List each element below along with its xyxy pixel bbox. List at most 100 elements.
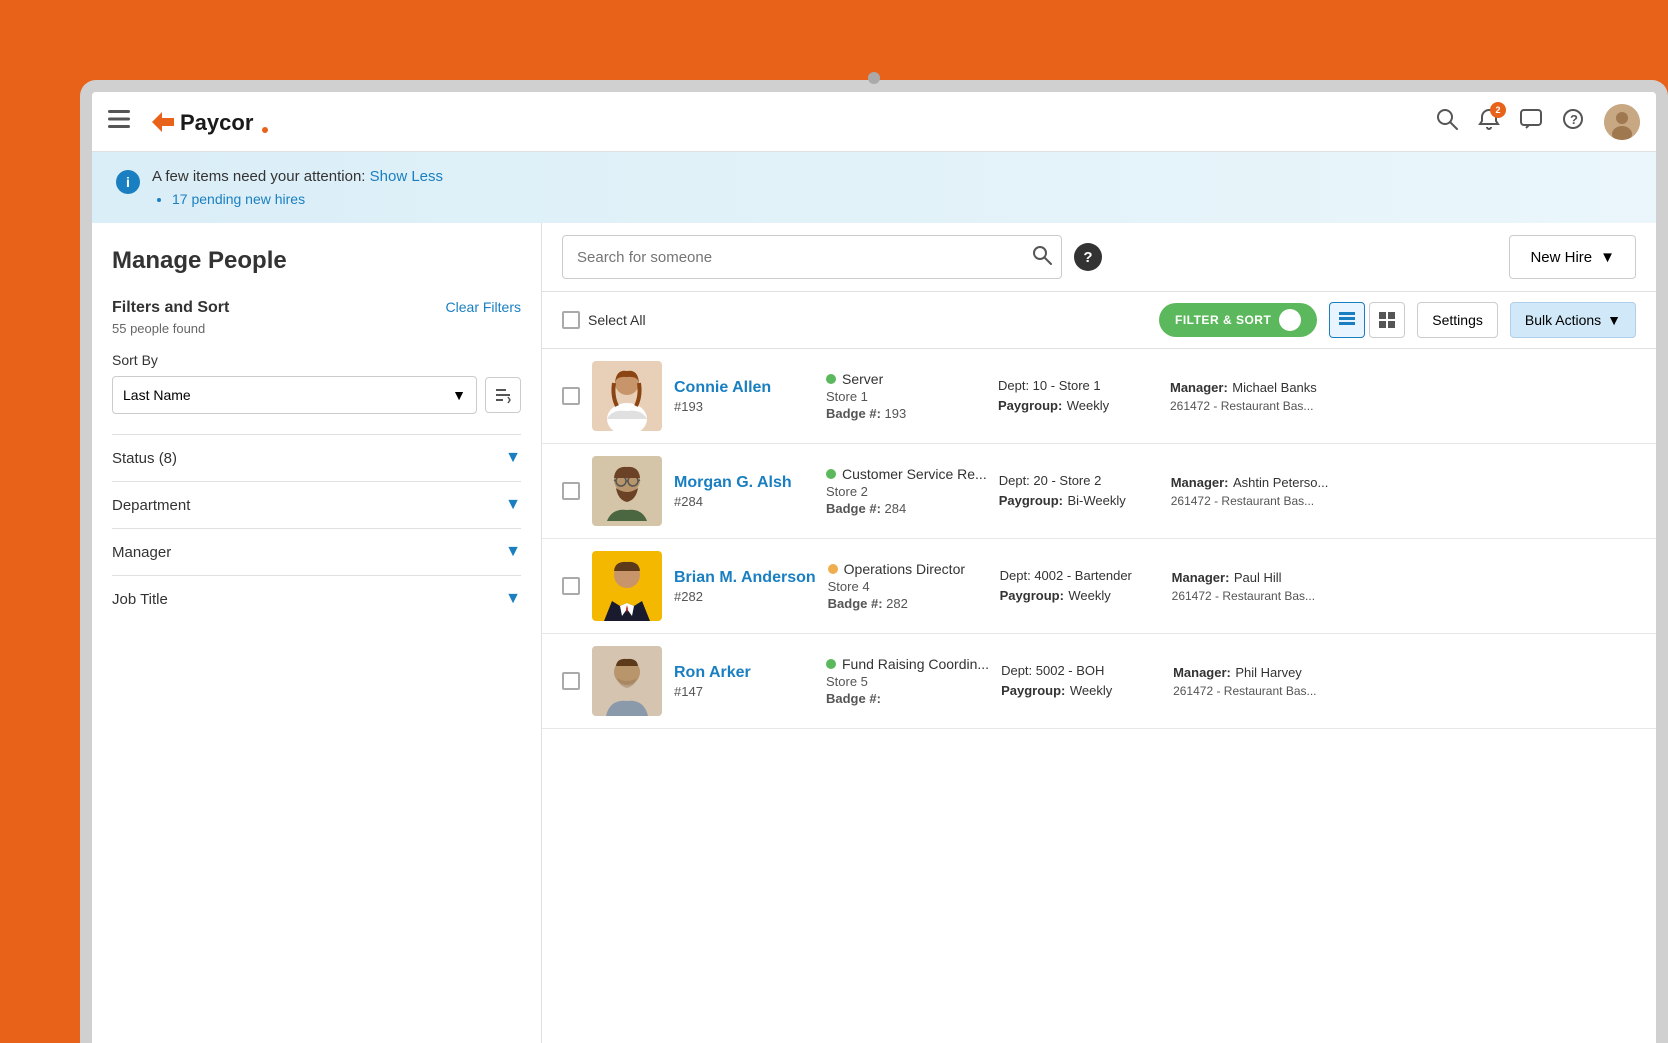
manager-chevron-icon: ▼ bbox=[505, 543, 521, 561]
department-filter-section[interactable]: Department ▼ bbox=[112, 481, 521, 528]
sort-dropdown[interactable]: Last Name ▼ bbox=[112, 376, 477, 414]
manager-filter-section[interactable]: Manager ▼ bbox=[112, 528, 521, 575]
select-all-label: Select All bbox=[588, 312, 646, 328]
status-indicator bbox=[828, 564, 838, 574]
search-submit-icon[interactable] bbox=[1032, 245, 1052, 270]
badge-info: Badge #: 193 bbox=[826, 406, 986, 421]
status-chevron-icon: ▼ bbox=[505, 449, 521, 467]
manager-label: Manager: bbox=[1173, 665, 1231, 680]
dept-text: Dept: 5002 - BOH bbox=[1001, 663, 1161, 678]
manager-label: Manager: bbox=[1170, 380, 1228, 395]
manager-id: 261472 - Restaurant Bas... bbox=[1173, 684, 1353, 698]
store-info: Store 1 bbox=[826, 389, 986, 404]
employee-id: #147 bbox=[674, 684, 814, 699]
manager-label: Manager: bbox=[1171, 475, 1229, 490]
chat-icon[interactable] bbox=[1520, 108, 1542, 136]
store-info: Store 2 bbox=[826, 484, 987, 499]
search-header-icon[interactable] bbox=[1436, 108, 1458, 136]
alert-message: A few items need your attention: bbox=[152, 168, 365, 185]
clear-filters-button[interactable]: Clear Filters bbox=[446, 299, 521, 315]
select-all-checkbox[interactable] bbox=[562, 311, 580, 329]
badge-info: Badge #: 284 bbox=[826, 501, 987, 516]
dept-text: Dept: 4002 - Bartender bbox=[1000, 568, 1160, 583]
sort-chevron-icon: ▼ bbox=[452, 387, 466, 403]
show-less-link[interactable]: Show Less bbox=[370, 168, 443, 185]
user-avatar[interactable] bbox=[1604, 104, 1640, 140]
employee-name[interactable]: Brian M. Anderson bbox=[674, 569, 816, 587]
manager-name: Ashtin Peterso... bbox=[1233, 475, 1328, 490]
search-input[interactable] bbox=[562, 235, 1062, 279]
employee-checkbox[interactable] bbox=[562, 387, 580, 405]
settings-button[interactable]: Settings bbox=[1417, 302, 1498, 338]
new-hire-chevron-icon: ▼ bbox=[1600, 249, 1615, 266]
employee-checkbox[interactable] bbox=[562, 577, 580, 595]
department-filter-label: Department bbox=[112, 497, 190, 514]
grid-view-button[interactable] bbox=[1369, 302, 1405, 338]
notification-icon[interactable]: 2 bbox=[1478, 108, 1500, 136]
employee-checkbox[interactable] bbox=[562, 482, 580, 500]
content-area: ? New Hire ▼ Select All bbox=[542, 223, 1656, 1043]
status-filter-section[interactable]: Status (8) ▼ bbox=[112, 434, 521, 481]
filter-sort-toggle[interactable]: FILTER & SORT bbox=[1159, 303, 1317, 337]
employee-photo bbox=[592, 361, 662, 431]
bulk-actions-chevron-icon: ▼ bbox=[1607, 312, 1621, 328]
employee-name[interactable]: Morgan G. Alsh bbox=[674, 474, 814, 492]
notification-badge: 2 bbox=[1490, 102, 1506, 118]
toggle-circle bbox=[1279, 309, 1301, 331]
sidebar: Manage People Filters and Sort Clear Fil… bbox=[92, 223, 542, 1043]
paygroup-label: Paygroup: bbox=[998, 398, 1062, 413]
svg-text:Paycor: Paycor bbox=[180, 110, 254, 135]
store-info: Store 4 bbox=[828, 579, 988, 594]
svg-text:?: ? bbox=[1570, 112, 1578, 127]
manager-id: 261472 - Restaurant Bas... bbox=[1172, 589, 1352, 603]
manager-info: Manager: Michael Banks 261472 - Restaura… bbox=[1170, 379, 1350, 413]
paygroup-value: Weekly bbox=[1070, 683, 1112, 698]
camera-dot bbox=[868, 72, 880, 84]
search-help-icon[interactable]: ? bbox=[1074, 243, 1102, 271]
list-toolbar: Select All FILTER & SORT bbox=[542, 292, 1656, 349]
alert-item-new-hires[interactable]: 17 pending new hires bbox=[172, 191, 443, 207]
status-indicator bbox=[826, 659, 836, 669]
people-count: 55 people found bbox=[112, 321, 521, 336]
manager-id: 261472 - Restaurant Bas... bbox=[1170, 399, 1350, 413]
sort-order-button[interactable] bbox=[485, 377, 521, 413]
manager-info: Manager: Phil Harvey 261472 - Restaurant… bbox=[1173, 664, 1353, 698]
dept-text: Dept: 10 - Store 1 bbox=[998, 378, 1158, 393]
employee-info: Connie Allen #193 bbox=[674, 379, 814, 414]
role-title: Customer Service Re... bbox=[842, 466, 987, 482]
help-icon[interactable]: ? bbox=[1562, 108, 1584, 136]
hamburger-menu-icon[interactable] bbox=[108, 110, 130, 134]
status-filter-label: Status (8) bbox=[112, 450, 177, 467]
filters-title: Filters and Sort bbox=[112, 299, 229, 317]
table-row: Brian M. Anderson #282 Operations Direct… bbox=[542, 539, 1656, 634]
employee-info: Ron Arker #147 bbox=[674, 664, 814, 699]
employee-id: #284 bbox=[674, 494, 814, 509]
store-info: Store 5 bbox=[826, 674, 989, 689]
manager-name: Phil Harvey bbox=[1235, 665, 1301, 680]
paycor-logo: Paycor bbox=[146, 104, 276, 140]
filter-sort-label: FILTER & SORT bbox=[1175, 313, 1271, 327]
paygroup-label: Paygroup: bbox=[999, 493, 1063, 508]
jobtitle-filter-section[interactable]: Job Title ▼ bbox=[112, 575, 521, 622]
employee-name[interactable]: Ron Arker bbox=[674, 664, 814, 682]
bulk-actions-button[interactable]: Bulk Actions ▼ bbox=[1510, 302, 1636, 338]
manager-filter-label: Manager bbox=[112, 544, 171, 561]
dept-info: Dept: 4002 - Bartender Paygroup: Weekly bbox=[1000, 568, 1160, 605]
list-view-button[interactable] bbox=[1329, 302, 1365, 338]
table-row: Ron Arker #147 Fund Raising Coordin... S… bbox=[542, 634, 1656, 729]
dept-info: Dept: 5002 - BOH Paygroup: Weekly bbox=[1001, 663, 1161, 700]
employee-photo bbox=[592, 551, 662, 621]
department-chevron-icon: ▼ bbox=[505, 496, 521, 514]
role-title: Operations Director bbox=[844, 561, 965, 577]
manager-label: Manager: bbox=[1172, 570, 1230, 585]
alert-banner: i A few items need your attention: Show … bbox=[92, 152, 1656, 223]
employee-name[interactable]: Connie Allen bbox=[674, 379, 814, 397]
badge-info: Badge #: 282 bbox=[828, 596, 988, 611]
employee-checkbox[interactable] bbox=[562, 672, 580, 690]
role-title: Fund Raising Coordin... bbox=[842, 656, 989, 672]
new-hire-button[interactable]: New Hire ▼ bbox=[1509, 235, 1636, 279]
search-container bbox=[562, 235, 1062, 279]
badge-number: 284 bbox=[885, 501, 907, 516]
manager-id: 261472 - Restaurant Bas... bbox=[1171, 494, 1351, 508]
jobtitle-chevron-icon: ▼ bbox=[505, 590, 521, 608]
